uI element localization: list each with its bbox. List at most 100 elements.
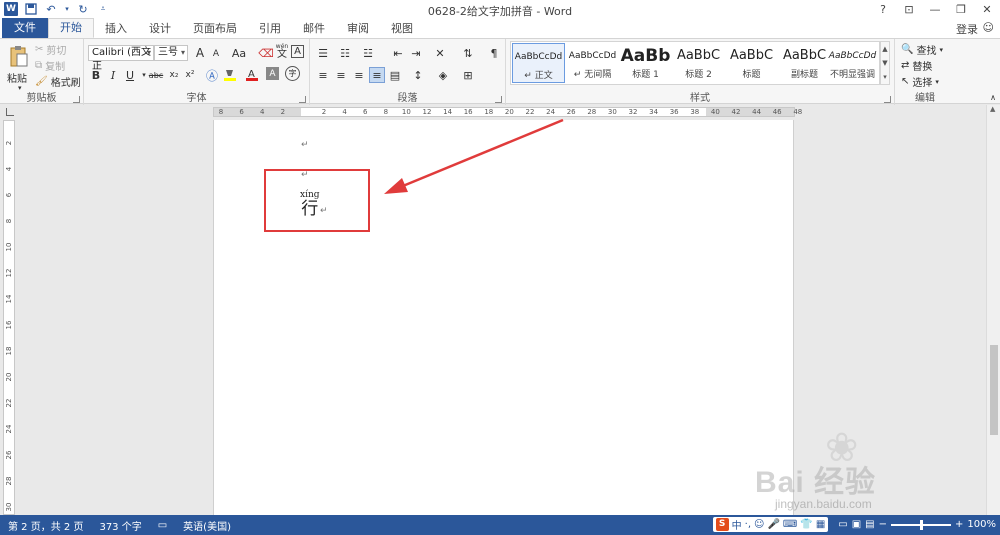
tab-references[interactable]: 引用 xyxy=(248,20,292,38)
redo-icon[interactable]: ↻ xyxy=(76,2,90,16)
print-layout-icon[interactable]: ▣ xyxy=(852,519,861,530)
align-right-icon[interactable]: ≡ xyxy=(351,67,367,83)
zoom-slider[interactable] xyxy=(891,519,952,530)
paste-button[interactable]: 粘贴 xyxy=(7,70,27,85)
style-subtitle[interactable]: AaBbC 副标题 xyxy=(778,43,831,83)
character-border-button[interactable]: A xyxy=(291,45,304,58)
tab-insert[interactable]: 插入 xyxy=(94,20,138,38)
multilevel-list-icon[interactable]: ☳ xyxy=(360,45,376,61)
tab-file[interactable]: 文件 xyxy=(2,18,48,38)
font-dialog-launcher-icon[interactable] xyxy=(299,96,306,103)
distributed-icon[interactable]: ▤ xyxy=(387,67,403,83)
styles-scroll[interactable]: ▲ ▼ ▾ xyxy=(880,41,890,85)
text-effects-icon[interactable]: Ⓐ xyxy=(204,67,220,83)
text-highlight-icon[interactable] xyxy=(222,67,238,83)
superscript-button[interactable]: x² xyxy=(182,67,198,83)
style-normal[interactable]: AaBbCcDd ↵ 正文 xyxy=(512,43,565,83)
scroll-up-icon[interactable]: ▲ xyxy=(882,45,887,53)
copy-button[interactable]: ⧉ 复制 xyxy=(35,58,65,73)
numbering-icon[interactable]: ☷ xyxy=(337,45,353,61)
clipboard-dialog-launcher-icon[interactable] xyxy=(73,96,80,103)
sort-icon[interactable]: ⇅ xyxy=(460,45,476,61)
vertical-scrollbar[interactable]: ▲ xyxy=(986,105,1000,515)
tab-page-layout[interactable]: 页面布局 xyxy=(182,20,248,38)
strikethrough-button[interactable]: abc xyxy=(146,67,166,83)
word-app-icon[interactable]: W xyxy=(4,2,18,16)
save-icon[interactable] xyxy=(24,2,38,16)
feedback-smiley-icon[interactable]: ☺ xyxy=(983,21,994,34)
ruler-tick: 2 xyxy=(321,108,327,116)
collapse-ribbon-icon[interactable]: ∧ xyxy=(985,89,1000,105)
page-count[interactable]: 第 2 页，共 2 页 xyxy=(0,518,91,533)
change-case-button[interactable]: Aa xyxy=(229,45,249,61)
format-painter-button[interactable]: 🖌 格式刷 xyxy=(35,74,81,89)
sogou-logo-icon: S xyxy=(715,518,729,531)
bold-button[interactable]: B xyxy=(88,67,104,83)
dropdown-arrow-icon[interactable]: ▾ xyxy=(64,2,70,16)
proofing-icon[interactable]: ▭ xyxy=(150,520,175,531)
styles-dialog-launcher-icon[interactable] xyxy=(884,96,891,103)
shading-icon[interactable]: ◈ xyxy=(435,67,451,83)
tab-design[interactable]: 设计 xyxy=(138,20,182,38)
zoom-slider-knob[interactable] xyxy=(920,519,924,530)
ribbon-display-options-icon[interactable]: ⊡ xyxy=(896,0,922,18)
zoom-level[interactable]: 100% xyxy=(967,519,996,530)
help-icon[interactable]: ? xyxy=(870,0,896,18)
show-formatting-marks-icon[interactable]: ¶ xyxy=(486,45,502,61)
language-indicator[interactable]: 英语(美国) xyxy=(175,518,239,533)
cut-button[interactable]: ✂ 剪切 xyxy=(35,42,66,57)
bullets-icon[interactable]: ☰ xyxy=(315,45,331,61)
tab-review[interactable]: 审阅 xyxy=(336,20,380,38)
character-shading-button[interactable]: A xyxy=(266,67,279,80)
justify-icon[interactable]: ≡ xyxy=(369,67,385,83)
customize-qat-icon[interactable]: ⩡ xyxy=(96,2,110,16)
tab-home[interactable]: 开始 xyxy=(48,18,94,38)
replace-button[interactable]: ⇄ 替换 xyxy=(901,58,932,73)
zoom-out-icon[interactable]: − xyxy=(879,519,887,530)
style-heading-1[interactable]: AaBb 标题 1 xyxy=(619,43,672,83)
minimize-icon[interactable]: — xyxy=(922,0,948,18)
decrease-indent-icon[interactable]: ⇤ xyxy=(390,45,406,61)
undo-icon[interactable]: ↶ xyxy=(44,2,58,16)
read-mode-icon[interactable]: ▭ xyxy=(838,519,847,530)
ime-toolbar[interactable]: S 中 ·, ☺ 🎤 ⌨ 👕 ▦ xyxy=(712,517,829,532)
increase-indent-icon[interactable]: ⇥ xyxy=(408,45,424,61)
gallery-more-icon[interactable]: ▾ xyxy=(883,73,887,81)
line-spacing-icon[interactable]: ↕ xyxy=(410,67,426,83)
style-no-spacing[interactable]: AaBbCcDd ↵ 无间隔 xyxy=(566,43,619,83)
scrollbar-thumb[interactable] xyxy=(990,345,998,435)
align-center-icon[interactable]: ≡ xyxy=(333,67,349,83)
paragraph-dialog-launcher-icon[interactable] xyxy=(495,96,502,103)
style-subtle-emphasis[interactable]: AaBbCcDd 不明显强调 xyxy=(825,43,880,83)
ruler-track[interactable]: 8 6 4 2 2 4 6 8 10 12 14 16 18 20 22 24 26 28 30 32 34 36 38 40… xyxy=(213,107,802,117)
tab-mailings[interactable]: 邮件 xyxy=(292,20,336,38)
italic-button[interactable]: I xyxy=(105,67,121,83)
scroll-down-icon[interactable]: ▼ xyxy=(882,59,887,67)
subscript-button[interactable]: x₂ xyxy=(166,67,182,83)
restore-icon[interactable]: ❐ xyxy=(948,0,974,18)
font-size-combo[interactable]: 三号 xyxy=(154,45,188,61)
tab-view[interactable]: 视图 xyxy=(380,20,424,38)
paste-icon[interactable] xyxy=(8,43,30,69)
find-button[interactable]: 🔍 查找 ▾ xyxy=(901,42,943,57)
enclose-characters-button[interactable]: 字 xyxy=(285,66,300,81)
chinese-layout-icon[interactable]: ✕ xyxy=(432,45,448,61)
select-button[interactable]: ↖ 选择 ▾ xyxy=(901,74,939,89)
zoom-in-icon[interactable]: + xyxy=(955,519,963,530)
grow-font-button[interactable]: A xyxy=(192,45,208,61)
shrink-font-button[interactable]: A xyxy=(208,46,224,62)
align-left-icon[interactable]: ≡ xyxy=(315,67,331,83)
font-color-icon[interactable]: A xyxy=(244,67,260,83)
tab-selector-icon[interactable] xyxy=(6,108,14,116)
scroll-up-icon[interactable]: ▲ xyxy=(990,105,995,113)
style-title[interactable]: AaBbC 标题 xyxy=(725,43,778,83)
borders-icon[interactable]: ⊞ xyxy=(460,67,476,83)
web-layout-icon[interactable]: ▤ xyxy=(865,519,874,530)
phonetic-guide-button[interactable]: wén 文 xyxy=(275,43,289,60)
close-icon[interactable]: ✕ xyxy=(974,0,1000,18)
login-link[interactable]: 登录 xyxy=(956,21,978,37)
clear-formatting-icon[interactable]: ⌫ xyxy=(258,45,274,61)
font-name-combo[interactable]: Calibri (西文正 xyxy=(88,45,154,72)
style-heading-2[interactable]: AaBbC 标题 2 xyxy=(672,43,725,83)
word-count[interactable]: 373 个字 xyxy=(91,518,149,533)
